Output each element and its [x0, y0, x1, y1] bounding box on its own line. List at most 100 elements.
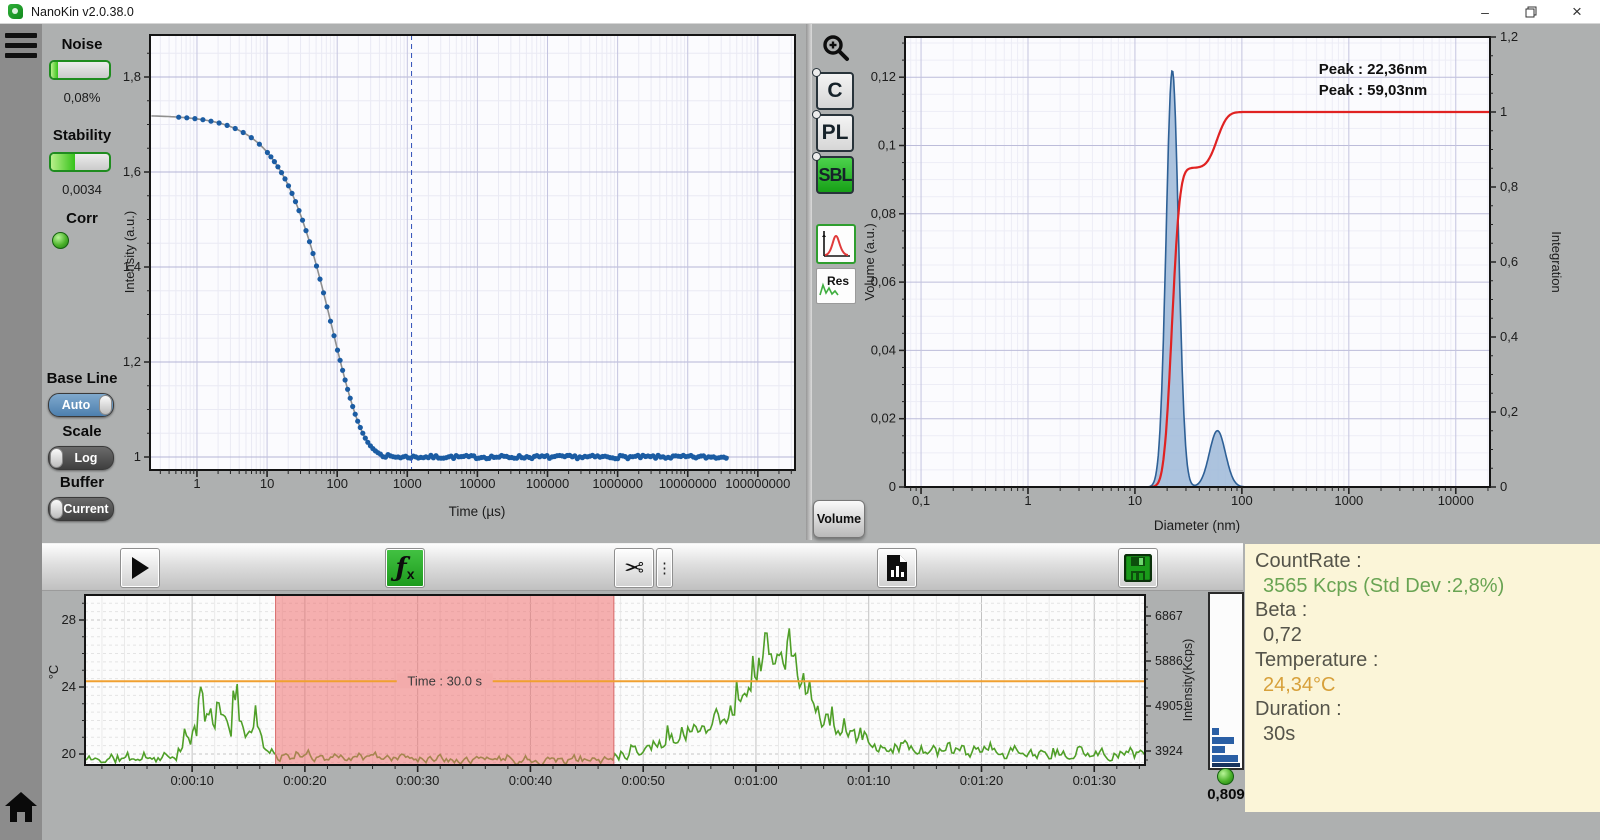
close-button[interactable]: ×: [1554, 0, 1600, 24]
svg-text:5886: 5886: [1155, 654, 1183, 668]
svg-text:20: 20: [62, 746, 76, 761]
svg-text:100000: 100000: [526, 476, 569, 491]
peak-view-button[interactable]: [816, 224, 856, 264]
countrate-value: 3565 Kcps (Std Dev :2,8%): [1263, 574, 1600, 599]
more-options-icon: ⋮: [657, 559, 672, 577]
svg-text:100: 100: [1231, 493, 1253, 508]
scissors-icon: ✂: [624, 554, 644, 582]
duration-label: Duration :: [1255, 697, 1600, 722]
peak-curve-icon: [820, 228, 852, 260]
save-icon: [1124, 554, 1152, 582]
svg-text:1000000: 1000000: [592, 476, 643, 491]
svg-text:0:00:40: 0:00:40: [509, 773, 552, 788]
svg-text:1: 1: [193, 476, 200, 491]
minimize-button[interactable]: –: [1462, 0, 1508, 24]
buffer-toggle[interactable]: Current: [48, 497, 114, 521]
sbl-mode-button[interactable]: SBL: [816, 156, 854, 194]
intensity-gauge-base: [1212, 763, 1240, 767]
beta-label: Beta :: [1255, 598, 1600, 623]
svg-text:24: 24: [62, 679, 76, 694]
svg-text:0:01:30: 0:01:30: [1073, 773, 1116, 788]
minimize-icon: –: [1481, 4, 1489, 20]
svg-text:100: 100: [326, 476, 348, 491]
c-mode-label: C: [827, 79, 842, 103]
function-icon: ƒ: [396, 553, 407, 583]
maximize-button[interactable]: [1508, 0, 1554, 24]
distribution-chart[interactable]: Peak : 22,36nm Peak : 59,03nm 0,1 1 10 100 100…: [860, 26, 1566, 547]
sbl-mode-label: SBL: [819, 165, 852, 186]
save-button[interactable]: [1118, 548, 1158, 588]
report-button[interactable]: [877, 548, 917, 588]
c-mode-button[interactable]: C: [816, 72, 854, 110]
svg-text:3924: 3924: [1155, 744, 1183, 758]
svg-text:0,6: 0,6: [1500, 254, 1518, 269]
zoom-icon: [821, 33, 851, 63]
countrate-label: CountRate :: [1255, 549, 1600, 574]
noise-gauge-fill: [51, 62, 58, 78]
fit-function-button[interactable]: ƒx: [385, 548, 425, 588]
duration-value: 30s: [1263, 722, 1600, 747]
vertical-splitter[interactable]: [806, 24, 812, 540]
svg-text:Diameter (nm): Diameter (nm): [1154, 518, 1240, 533]
pl-mode-button[interactable]: PL: [816, 114, 854, 152]
play-icon: [130, 556, 150, 580]
restore-icon: [1525, 6, 1537, 18]
baseline-toggle[interactable]: Auto: [48, 393, 114, 417]
corr-indicator: [52, 232, 69, 249]
svg-text:Time : 30.0 s: Time : 30.0 s: [407, 673, 482, 688]
zoom-button[interactable]: [816, 28, 856, 68]
svg-text:1000: 1000: [1334, 493, 1363, 508]
svg-text:10000: 10000: [1438, 493, 1474, 508]
svg-text:°C: °C: [46, 665, 61, 680]
menu-button[interactable]: [5, 33, 37, 63]
svg-text:Time (µs): Time (µs): [449, 504, 506, 519]
baseline-label: Base Line: [42, 370, 122, 387]
svg-text:10000000: 10000000: [659, 476, 717, 491]
svg-text:0:01:20: 0:01:20: [960, 773, 1003, 788]
svg-text:10000: 10000: [459, 476, 495, 491]
scale-toggle-value: Log: [75, 451, 98, 465]
titlebar: NanoKin v2.0.38.0 – ×: [0, 0, 1600, 24]
svg-text:1,2: 1,2: [123, 354, 141, 369]
svg-text:Intensity (a.u.): Intensity (a.u.): [122, 211, 137, 293]
buffer-toggle-value: Current: [63, 502, 108, 516]
svg-text:1,8: 1,8: [123, 69, 141, 84]
svg-text:10: 10: [260, 476, 274, 491]
res-view-button[interactable]: Res: [816, 268, 856, 304]
close-icon: ×: [1572, 2, 1582, 22]
svg-text:100000000: 100000000: [725, 476, 790, 491]
scale-toggle[interactable]: Log: [48, 446, 114, 470]
correlation-chart[interactable]: 1101001000100001000001000000100000001000…: [122, 26, 808, 545]
cut-options-button[interactable]: ⋮: [656, 548, 673, 588]
corr-label: Corr: [42, 210, 122, 227]
beta-value: 0,72: [1263, 623, 1600, 648]
svg-text:28: 28: [62, 612, 76, 627]
baseline-toggle-value: Auto: [62, 398, 90, 412]
stability-label: Stability: [42, 127, 122, 144]
buffer-toggle-knob: [50, 499, 63, 519]
stability-value: 0,0034: [42, 182, 122, 197]
status-indicator: [1217, 768, 1234, 785]
export-report-icon: [885, 554, 909, 582]
home-icon: [2, 788, 40, 826]
pl-mode-label: PL: [822, 121, 849, 145]
svg-text:Peak : 59,03nm: Peak : 59,03nm: [1319, 82, 1427, 99]
play-button[interactable]: [120, 548, 160, 588]
timeseries-chart[interactable]: Time : 30.0 s0:00:100:00:200:00:300:00:4…: [46, 586, 1211, 823]
svg-text:10: 10: [1128, 493, 1142, 508]
svg-text:Peak : 22,36nm: Peak : 22,36nm: [1319, 61, 1427, 78]
temperature-value: 24,34°C: [1263, 673, 1600, 698]
action-toolbar: ƒx ✂ ⋮: [42, 543, 1243, 591]
svg-text:0,04: 0,04: [871, 342, 896, 357]
svg-text:0:00:30: 0:00:30: [396, 773, 439, 788]
svg-text:Volume (a.u.): Volume (a.u.): [862, 223, 877, 300]
home-button[interactable]: [2, 788, 40, 826]
svg-text:0:01:10: 0:01:10: [847, 773, 890, 788]
window-title: NanoKin v2.0.38.0: [31, 5, 134, 19]
svg-text:1: 1: [1500, 104, 1507, 119]
cut-button[interactable]: ✂: [614, 548, 654, 588]
svg-text:0,1: 0,1: [912, 493, 930, 508]
svg-text:0,4: 0,4: [1500, 329, 1518, 344]
svg-text:0,1: 0,1: [878, 138, 896, 153]
volume-mode-button[interactable]: Volume: [813, 500, 865, 538]
